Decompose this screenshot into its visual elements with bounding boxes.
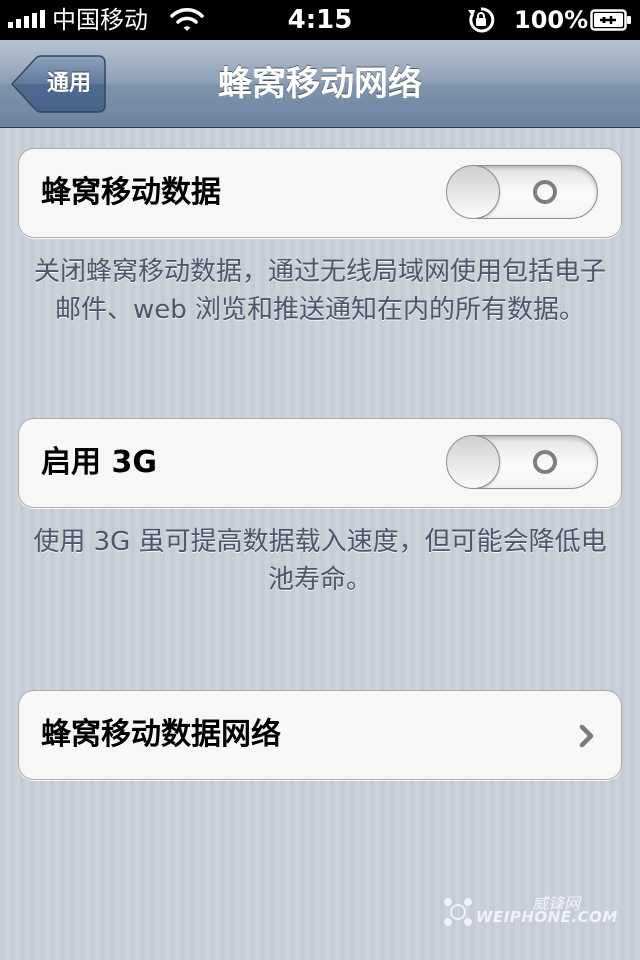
cellular-data-label: 蜂窝移动数据 bbox=[41, 175, 221, 210]
page-title: 蜂窝移动网络 bbox=[218, 64, 422, 104]
cellular-data-toggle[interactable] bbox=[446, 165, 598, 219]
cellular-data-note: 关闭蜂窝移动数据，通过无线局域网使用包括电子邮件、web 浏览和推送通知在内的所… bbox=[33, 257, 606, 325]
weiphone-watermark: 威锋网 WEIPHONE.COM bbox=[442, 890, 617, 934]
toggle-knob bbox=[447, 436, 500, 488]
back-button[interactable]: 通用 bbox=[10, 55, 106, 113]
chevron-right-icon bbox=[579, 724, 594, 748]
toggle-knob bbox=[447, 166, 500, 218]
toggle-off-icon bbox=[533, 450, 557, 474]
battery-charging-icon bbox=[590, 9, 632, 35]
toggle-off-icon bbox=[533, 180, 557, 204]
enable-3g-note: 使用 3G 虽可提高数据载入速度，但可能会降低电池寿命。 bbox=[33, 527, 607, 595]
cellular-data-cell: 蜂窝移动数据 bbox=[18, 148, 622, 238]
enable-3g-cell: 启用 3G bbox=[18, 418, 622, 508]
status-bar: 中国移动 4:15 100% bbox=[0, 0, 640, 40]
rotation-lock-icon bbox=[466, 6, 496, 38]
enable-3g-label: 启用 3G bbox=[41, 445, 157, 480]
cellular-data-network-cell[interactable]: 蜂窝移动数据网络 bbox=[18, 690, 622, 780]
battery-percent: 100% bbox=[514, 6, 589, 34]
weiphone-logo-icon bbox=[444, 898, 472, 926]
back-button-label: 通用 bbox=[46, 71, 91, 96]
watermark-en: WEIPHONE.COM bbox=[476, 908, 618, 926]
navigation-bar: 通用 蜂窝移动网络 bbox=[0, 40, 640, 128]
enable-3g-toggle[interactable] bbox=[446, 435, 598, 489]
cellular-data-network-label: 蜂窝移动数据网络 bbox=[41, 717, 281, 752]
